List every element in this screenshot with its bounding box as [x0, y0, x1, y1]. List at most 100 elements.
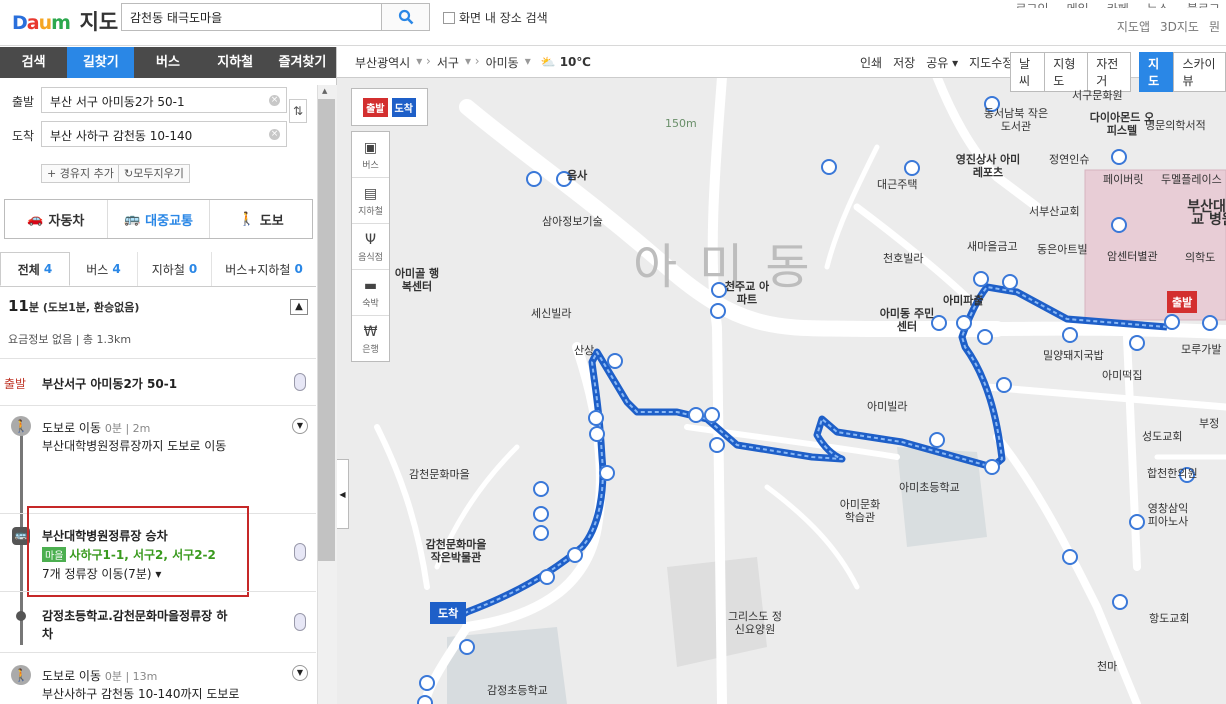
poi-cheonho[interactable]: 천호빌라 [883, 252, 923, 265]
poi-gamcheon-small[interactable]: 감천문화마을 작은박물관 [420, 538, 492, 564]
dest-map-flag[interactable]: 도착 [430, 602, 467, 624]
step-start[interactable]: 출발 부산서구 아미동2가 50-1 [0, 358, 316, 405]
daum-logo[interactable]: Daum 지도 [12, 6, 118, 36]
nav-subway[interactable]: 지하철 [202, 47, 269, 78]
poi-jeongyeon[interactable]: 정연인슈 [1049, 153, 1089, 166]
crumb-city[interactable]: 부산광역시 [355, 54, 410, 71]
poi-pharm[interactable]: 페이버릿 [1103, 173, 1143, 186]
tab-bus-subway[interactable]: 버스+지하철 0 [212, 252, 316, 286]
mode-walk[interactable]: 🚶 도보 [210, 200, 312, 238]
blog-link[interactable]: 블로그 [1187, 0, 1220, 8]
tab-all[interactable]: 전체 4 [0, 252, 70, 286]
poi-amidong-center[interactable]: 아미동 주민센터 [877, 307, 937, 333]
destination-input[interactable]: 부산 사하구 감천동 10-140 × [41, 121, 287, 147]
poi-medical[interactable]: 의학도 [1185, 251, 1215, 264]
poi-amsenter[interactable]: 암센터별관 [1107, 250, 1158, 263]
poi-subway[interactable]: ▤ 지하철 [352, 178, 389, 224]
alight-pin-icon[interactable] [294, 613, 306, 631]
poi-dumel[interactable]: 두멜플레이스 [1161, 173, 1222, 186]
poi-amipacheul[interactable]: 아미파출 [943, 294, 983, 307]
map-view[interactable]: 부산광역시 ▾ › 서구 ▾ › 아미동 ▾ ⛅ 10℃ 인쇄 저장 공유 ▾ 지도수… [337, 47, 1226, 704]
mode-car[interactable]: 🚗 자동차 [5, 200, 108, 238]
map-app-link[interactable]: 지도앱 [1117, 18, 1150, 35]
origin-input[interactable]: 부산 서구 아미동2가 50-1 × [41, 87, 287, 113]
poi-library[interactable]: 동서남북 작은도서관 [981, 107, 1051, 133]
more-link[interactable]: 뭔 [1209, 18, 1220, 35]
step-walk-2[interactable]: 🚶 도보로 이동 0분 | 13m 부산사하구 감천동 10-140까지 도보로… [0, 652, 316, 704]
start-pin-icon[interactable] [294, 373, 306, 391]
view-skyview[interactable]: 스카이뷰 [1173, 52, 1226, 92]
share-button[interactable]: 공유 ▾ [926, 54, 958, 71]
search-input[interactable]: 감천동 태극도마을 [121, 3, 382, 31]
tab-subway[interactable]: 지하철 0 [138, 252, 212, 286]
nav-directions[interactable]: 길찾기 [67, 47, 135, 78]
swap-icon[interactable]: ⇅ [289, 99, 307, 123]
edit-map-button[interactable]: 지도수정 [969, 54, 1013, 71]
sidebar-scroll-thumb[interactable] [318, 99, 335, 561]
weather-widget[interactable]: ⛅ 10℃ [541, 55, 591, 69]
poi-saemaeul[interactable]: 새마을금고 [967, 240, 1018, 253]
overlay-weather[interactable]: 날씨 [1010, 52, 1046, 92]
origin-map-flag[interactable]: 출발 [1167, 291, 1198, 313]
poi-sansang[interactable]: 산상 [574, 344, 594, 357]
nav-bus[interactable]: 버스 [134, 47, 201, 78]
poi-miryang[interactable]: 밀양돼지국밥 [1043, 349, 1104, 362]
login-link[interactable]: 로그인 [1015, 0, 1048, 8]
print-button[interactable]: 인쇄 [860, 54, 882, 71]
board-pin-icon[interactable] [294, 543, 306, 561]
save-button[interactable]: 저장 [893, 54, 915, 71]
poi-bus[interactable]: ▣ 버스 [352, 132, 389, 178]
poi-eum[interactable]: 음사 [567, 169, 587, 182]
nav-search[interactable]: 검색 [0, 47, 67, 78]
poi-cheonjugyo[interactable]: 천주교 아파트 [722, 280, 772, 306]
poi-amivilla[interactable]: 아미빌라 [867, 400, 907, 413]
view-map[interactable]: 지도 [1139, 52, 1175, 92]
poi-samasheng[interactable]: 삼아정보기술 [542, 215, 603, 228]
overlay-bike[interactable]: 자전거 [1087, 52, 1132, 92]
poi-ami-elem[interactable]: 아미초등학교 [899, 481, 960, 494]
news-link[interactable]: 뉴스 [1147, 0, 1169, 8]
poi-bank[interactable]: ₩ 은행 [352, 316, 389, 362]
collapse-route-button[interactable]: ▲ [290, 299, 308, 315]
poi-gamjeong[interactable]: 감정초등학교 [487, 684, 548, 697]
poi-christ[interactable]: 그리스도 정신요양원 [725, 610, 785, 636]
poi-gamcheon-munhwa[interactable]: 감천문화마을 [409, 468, 470, 481]
cafe-link[interactable]: 카페 [1107, 0, 1129, 8]
poi-yeongjin[interactable]: 영진상사 아미레포츠 [953, 153, 1023, 179]
crumb-district[interactable]: 서구 [437, 54, 459, 71]
poi-lodging[interactable]: ▬ 숙박 [352, 270, 389, 316]
poi-restaurant[interactable]: Ψ 음식점 [352, 224, 389, 270]
search-button[interactable] [382, 3, 430, 31]
area-search-checkbox[interactable] [443, 11, 455, 24]
walk1-expand-icon[interactable]: ▼ [292, 418, 308, 434]
poi-seobu[interactable]: 서부산교회 [1029, 205, 1080, 218]
overlay-terrain[interactable]: 지형도 [1044, 52, 1089, 92]
nav-favorites[interactable]: 즐겨찾기 [269, 47, 336, 78]
mail-link[interactable]: 메일 [1067, 0, 1089, 8]
poi-myeongmun[interactable]: 명문의학서적 [1145, 119, 1206, 132]
poi-moru[interactable]: 모루가발 [1181, 343, 1221, 356]
clear-dest-icon[interactable]: × [269, 129, 280, 140]
poi-ami-tteok[interactable]: 아미떡집 [1102, 369, 1142, 382]
crumb-dong[interactable]: 아미동 [486, 54, 519, 71]
poi-hospital[interactable]: 부산대학교 병원 [1183, 200, 1226, 227]
poi-hangdo[interactable]: 항도교회 [1149, 612, 1189, 625]
poi-seoga[interactable]: 서구문화원 [1072, 89, 1123, 102]
add-waypoint-button[interactable]: + 경유지 추가 [41, 164, 120, 183]
poi-seongdo[interactable]: 성도교회 [1142, 430, 1182, 443]
poi-hapcheon[interactable]: 합천한의원 [1147, 467, 1198, 480]
walk2-expand-icon[interactable]: ▼ [292, 665, 308, 681]
step-walk-1[interactable]: 🚶 도보로 이동 0분 | 2m 부산대학병원정류장까지 도보로 이동 ▼ [0, 405, 316, 465]
map-3d-link[interactable]: 3D지도 [1160, 18, 1199, 35]
area-search-toggle[interactable]: 화면 내 장소 검색 [443, 9, 548, 26]
poi-dongeun[interactable]: 동은아트빌 [1037, 243, 1088, 256]
poi-sesin[interactable]: 세신빌라 [531, 307, 571, 320]
clear-origin-icon[interactable]: × [269, 95, 280, 106]
poi-bujeong[interactable]: 부정 [1199, 417, 1219, 430]
scroll-up-icon[interactable]: ▲ [322, 87, 327, 95]
poi-daegeun[interactable]: 대근주택 [877, 178, 917, 191]
poi-cheonma[interactable]: 천마 [1097, 660, 1117, 673]
collapse-sidebar-tab[interactable]: ◀ [337, 459, 349, 529]
origin-dest-toggle[interactable]: 출발 도착 [351, 88, 428, 126]
step-alight[interactable]: 감정초등학교.감천문화마을정류장 하 차 [0, 591, 316, 652]
